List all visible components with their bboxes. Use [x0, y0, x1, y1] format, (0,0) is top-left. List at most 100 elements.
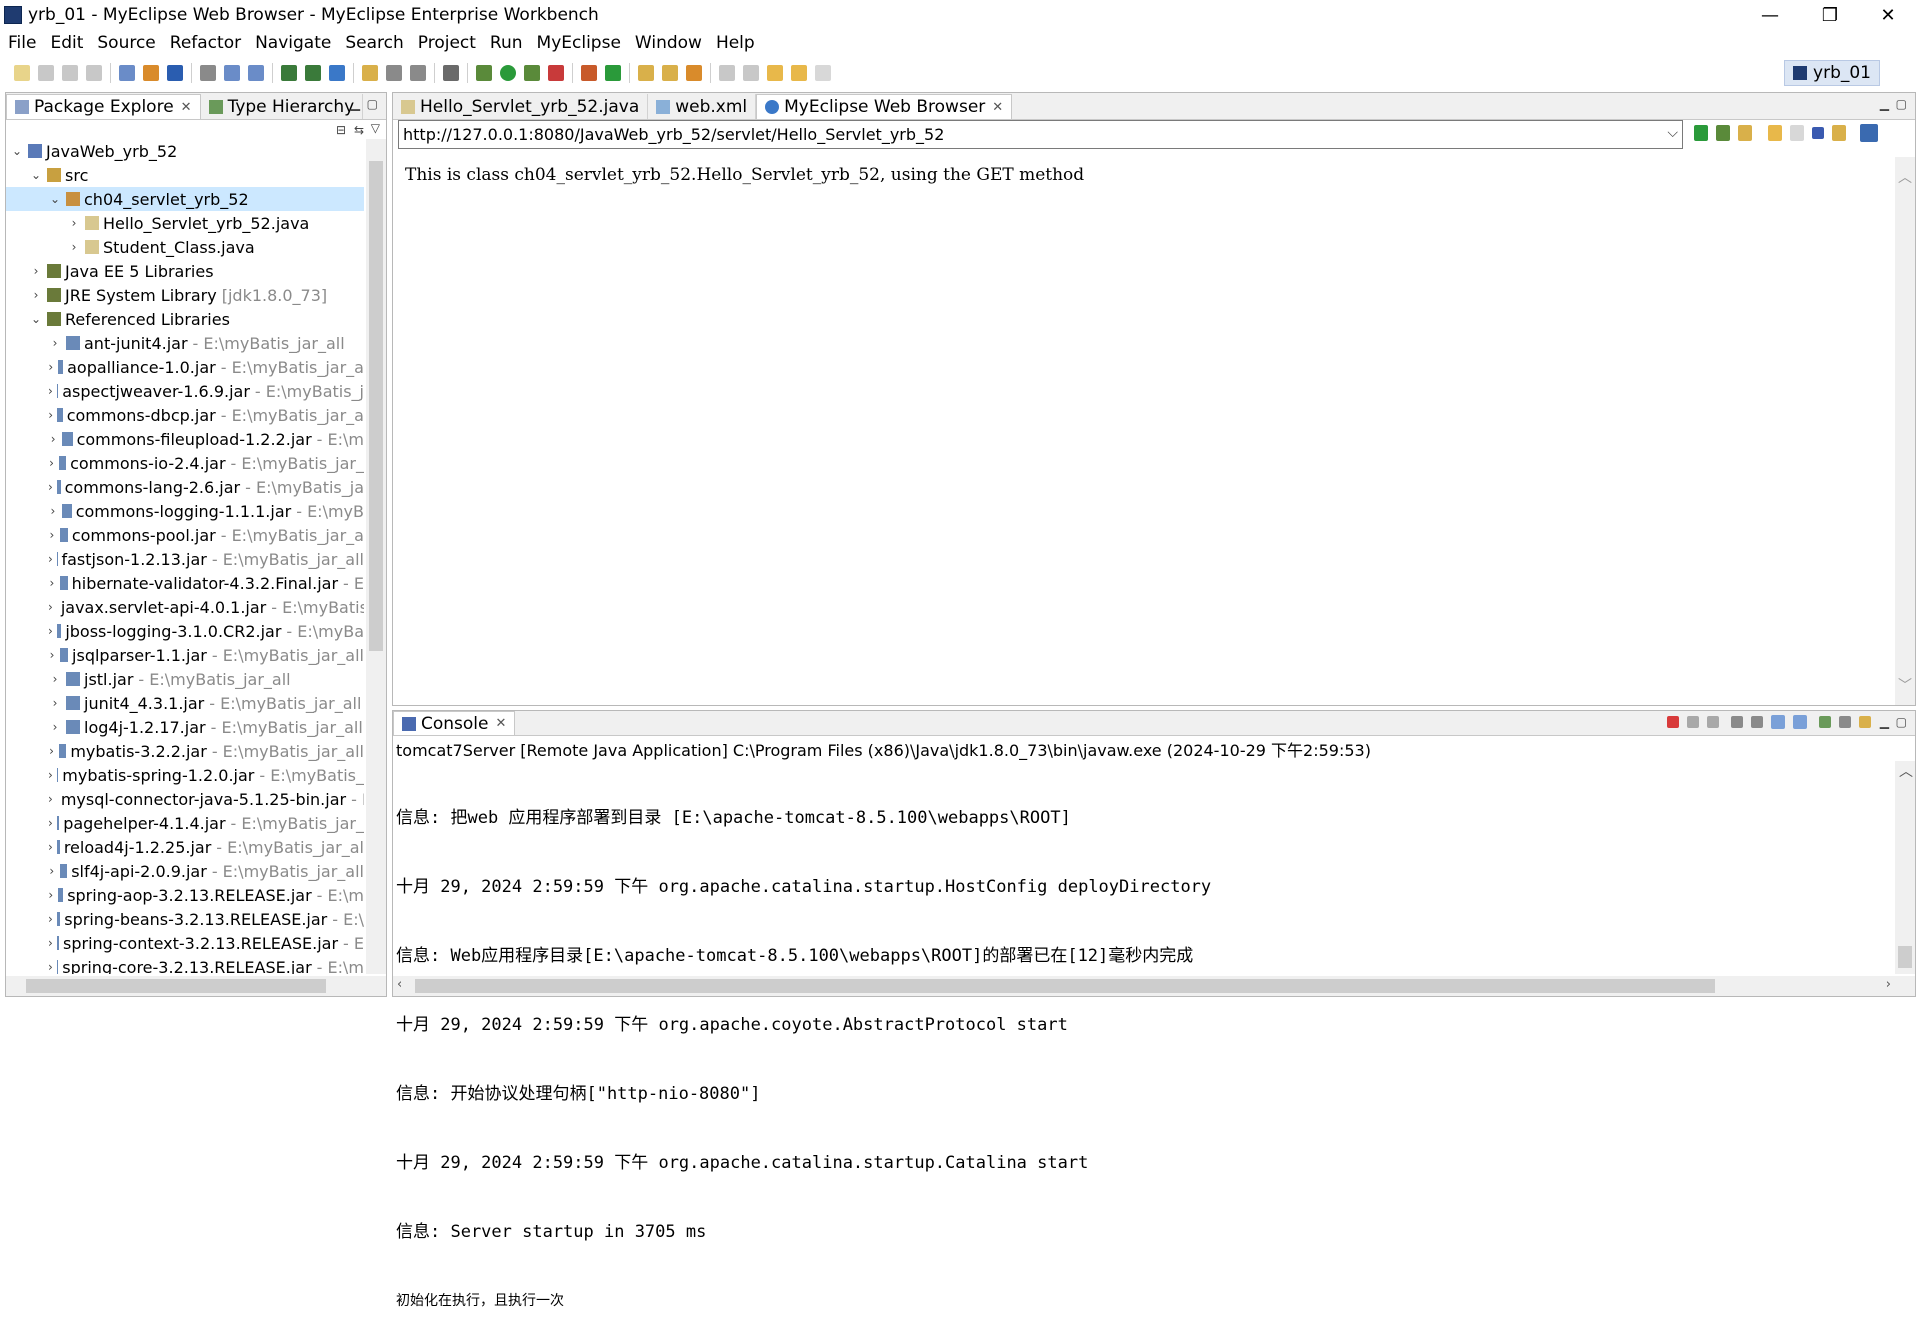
next-annotation-icon[interactable]	[719, 65, 735, 81]
refresh-icon[interactable]	[386, 65, 402, 81]
tree-item[interactable]: › Student_Class.java	[6, 235, 364, 259]
chevron-down-icon[interactable]: ⌄	[29, 168, 43, 182]
new-web-project-icon[interactable]	[119, 65, 135, 81]
tree-item[interactable]: › hibernate-validator-4.3.2.Final.jar - E	[6, 571, 364, 595]
console-scroll-thumb[interactable]	[1898, 946, 1912, 968]
chevron-right-icon[interactable]: ›	[48, 384, 53, 398]
tab-web-xml[interactable]: web.xml	[648, 94, 757, 119]
stop-icon[interactable]	[1812, 127, 1824, 139]
chevron-right-icon[interactable]: ›	[48, 912, 53, 926]
chevron-right-icon[interactable]: ›	[29, 264, 43, 278]
run-icon[interactable]	[500, 65, 516, 81]
scroll-up-icon[interactable]: ︿	[1899, 761, 1913, 781]
minimize-view-icon[interactable]: ▁	[1880, 97, 1889, 111]
maximize-view-icon[interactable]: ▢	[1896, 97, 1907, 111]
tab-web-browser[interactable]: MyEclipse Web Browser ✕	[756, 94, 1013, 119]
favorites-icon[interactable]	[1738, 125, 1752, 141]
menu-source[interactable]: Source	[97, 33, 155, 53]
menu-run[interactable]: Run	[490, 33, 523, 53]
scroll-lock-icon[interactable]	[1751, 716, 1763, 728]
go-icon[interactable]	[1694, 125, 1708, 141]
new-icon[interactable]	[14, 65, 30, 81]
chevron-right-icon[interactable]: ›	[29, 288, 43, 302]
remove-launch-icon[interactable]	[1687, 716, 1699, 728]
last-edit-icon[interactable]	[767, 65, 783, 81]
tree-item[interactable]: › junit4_4.3.1.jar - E:\myBatis_jar_all	[6, 691, 364, 715]
tree-vertical-scrollbar[interactable]	[366, 139, 386, 974]
maximize-view-icon[interactable]: ▢	[367, 97, 378, 111]
tree-item[interactable]: › commons-logging-1.1.1.jar - E:\myB	[6, 499, 364, 523]
debug-icon[interactable]	[1716, 125, 1730, 141]
tree-item[interactable]: › javax.servlet-api-4.0.1.jar - E:\myBatis	[6, 595, 364, 619]
chevron-down-icon[interactable]: ⌄	[29, 312, 43, 326]
chevron-right-icon[interactable]: ›	[48, 936, 53, 950]
terminate-icon[interactable]	[1667, 716, 1679, 728]
chevron-right-icon[interactable]: ›	[48, 816, 53, 830]
tree-item[interactable]: › fastjson-1.2.13.jar - E:\myBatis_jar_all	[6, 547, 364, 571]
tab-hello-servlet-java[interactable]: Hello_Servlet_yrb_52.java	[393, 94, 649, 119]
chevron-right-icon[interactable]: ›	[48, 336, 62, 350]
print-icon[interactable]	[86, 65, 102, 81]
tree-item[interactable]: › reload4j-1.2.25.jar - E:\myBatis_jar_al	[6, 835, 364, 859]
forward-icon[interactable]	[1790, 125, 1804, 141]
chevron-right-icon[interactable]: ›	[48, 744, 55, 758]
menu-navigate[interactable]: Navigate	[255, 33, 331, 53]
chevron-down-icon[interactable]: ⌵	[1667, 125, 1678, 141]
tree-item[interactable]: › jstl.jar - E:\myBatis_jar_all	[6, 667, 364, 691]
chevron-right-icon[interactable]: ›	[67, 216, 81, 230]
tab-package-explorer[interactable]: Package Explore ✕	[6, 94, 201, 119]
chevron-right-icon[interactable]: ›	[48, 432, 58, 446]
browser-vertical-scrollbar[interactable]: ︿ ﹀	[1895, 157, 1915, 705]
minimize-view-icon[interactable]: ▁	[351, 97, 360, 111]
browser-icon[interactable]	[329, 65, 345, 81]
manage-deployments-icon[interactable]	[281, 65, 297, 81]
refresh-icon[interactable]	[1832, 125, 1846, 141]
camera-icon[interactable]	[443, 65, 459, 81]
chevron-right-icon[interactable]: ›	[48, 408, 53, 422]
clear-console-icon[interactable]	[1731, 716, 1743, 728]
tree-item[interactable]: ⌄ JavaWeb_yrb_52	[6, 139, 364, 163]
scroll-up-icon[interactable]: ︿	[1898, 167, 1912, 187]
tree-item[interactable]: › commons-fileupload-1.2.2.jar - E:\m	[6, 427, 364, 451]
tab-type-hierarchy[interactable]: Type Hierarchy	[201, 94, 364, 119]
minimize-view-icon[interactable]: ▁	[1880, 715, 1889, 729]
console-vertical-scrollbar[interactable]: ︿	[1895, 761, 1915, 974]
chevron-right-icon[interactable]: ›	[48, 648, 56, 662]
previous-annotation-icon[interactable]	[743, 65, 759, 81]
deploy-icon[interactable]	[143, 65, 159, 81]
perspective-switcher[interactable]: yrb_01	[1784, 60, 1880, 86]
tree-horizontal-scrollbar[interactable]	[6, 976, 386, 996]
show-on-stderr-icon[interactable]	[1793, 715, 1807, 729]
chevron-right-icon[interactable]: ›	[48, 720, 62, 734]
search-icon[interactable]	[662, 65, 678, 81]
tree-item[interactable]: › aspectjweaver-1.6.9.jar - E:\myBatis_j	[6, 379, 364, 403]
close-icon[interactable]: ✕	[496, 716, 507, 731]
forward-icon[interactable]	[815, 65, 831, 81]
chevron-right-icon[interactable]: ›	[48, 840, 53, 854]
debug-icon[interactable]	[476, 65, 492, 81]
tree-item[interactable]: › jboss-logging-3.1.0.CR2.jar - E:\myBa	[6, 619, 364, 643]
menu-myeclipse[interactable]: MyEclipse	[537, 33, 621, 53]
new-java-class-icon[interactable]	[605, 65, 621, 81]
chevron-down-icon[interactable]: ⌄	[10, 144, 24, 158]
chevron-right-icon[interactable]: ›	[48, 696, 62, 710]
chevron-right-icon[interactable]: ›	[48, 360, 54, 374]
wizard-icon[interactable]	[224, 65, 240, 81]
tree-item[interactable]: ⌄ Referenced Libraries	[6, 307, 364, 331]
chevron-right-icon[interactable]: ›	[48, 792, 53, 806]
chevron-right-icon[interactable]: ›	[48, 864, 56, 878]
server-icon[interactable]	[167, 65, 183, 81]
chevron-right-icon[interactable]: ›	[48, 528, 56, 542]
tree-hscroll-thumb[interactable]	[26, 979, 326, 993]
chevron-right-icon[interactable]: ›	[67, 240, 81, 254]
chevron-right-icon[interactable]: ›	[48, 456, 55, 470]
open-type-icon[interactable]	[638, 65, 654, 81]
tree-item[interactable]: › spring-core-3.2.13.RELEASE.jar - E:\m	[6, 955, 364, 974]
menu-file[interactable]: File	[8, 33, 36, 53]
database-icon[interactable]	[200, 65, 216, 81]
open-task-icon[interactable]	[686, 65, 702, 81]
save-icon[interactable]	[38, 65, 54, 81]
tree-item[interactable]: › jsqlparser-1.1.jar - E:\myBatis_jar_all	[6, 643, 364, 667]
tree-item[interactable]: › JRE System Library [jdk1.8.0_73]	[6, 283, 364, 307]
close-icon[interactable]: ✕	[181, 100, 192, 115]
